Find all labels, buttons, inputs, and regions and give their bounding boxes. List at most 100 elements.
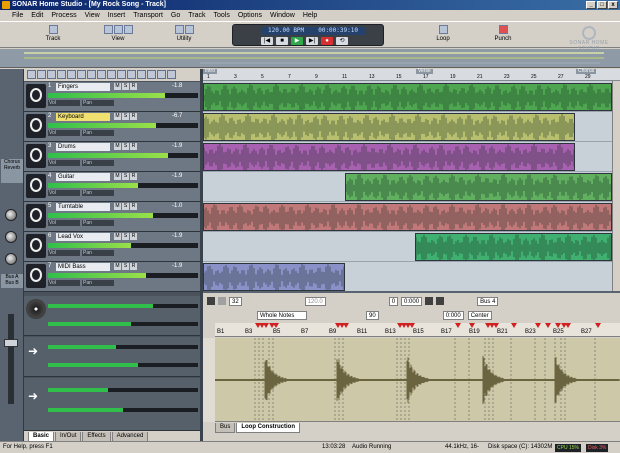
- play-button[interactable]: ▶: [291, 37, 303, 45]
- mute-button[interactable]: M: [114, 263, 121, 270]
- audio-clip[interactable]: [203, 143, 575, 171]
- track-name-field[interactable]: Guitar: [56, 173, 110, 181]
- audio-clip[interactable]: [203, 113, 575, 141]
- loop-enable-icon[interactable]: [207, 297, 215, 305]
- record-arm-button[interactable]: R: [130, 233, 137, 240]
- slice-marker-icon[interactable]: [565, 323, 571, 328]
- track-name-field[interactable]: Fingers: [56, 83, 110, 91]
- menu-tools[interactable]: Tools: [214, 10, 230, 21]
- view-track-icon[interactable]: [103, 25, 113, 34]
- track-name-field[interactable]: Drums: [56, 143, 110, 151]
- slice-unit-select[interactable]: Whole Notes: [257, 310, 307, 320]
- menu-transport[interactable]: Transport: [133, 10, 163, 21]
- mute-button[interactable]: M: [114, 83, 121, 90]
- pan-field[interactable]: Pan: [82, 100, 114, 106]
- slice-marker-icon[interactable]: [273, 323, 279, 328]
- slice-marker-icon[interactable]: [469, 323, 475, 328]
- view-piano-roll-icon[interactable]: [123, 25, 133, 34]
- track-strip[interactable]: 7 MIDI Bass M S R -1.9 Vol Pan: [24, 262, 200, 292]
- utility-tool-b-icon[interactable]: [184, 25, 194, 34]
- section-marker[interactable]: Verse: [416, 69, 433, 74]
- track-tool-icon[interactable]: [97, 70, 106, 79]
- menu-process[interactable]: Process: [51, 10, 76, 21]
- track-name-field[interactable]: Lead Vox: [56, 233, 110, 241]
- menu-file[interactable]: File: [12, 10, 23, 21]
- track-strip[interactable]: 5 Turntable M S R -1.0 Vol Pan: [24, 202, 200, 232]
- track-tool-icon[interactable]: [27, 70, 36, 79]
- record-button[interactable]: ●: [321, 37, 333, 45]
- track-tool-icon[interactable]: [87, 70, 96, 79]
- volume-field[interactable]: Vol: [48, 220, 80, 226]
- pan-field[interactable]: Pan: [82, 280, 114, 286]
- track-tool-icon[interactable]: [117, 70, 126, 79]
- slice-marker-icon[interactable]: [409, 323, 415, 328]
- stretch-icon[interactable]: [218, 297, 226, 305]
- record-arm-button[interactable]: R: [130, 263, 137, 270]
- menu-options[interactable]: Options: [238, 10, 262, 21]
- maximize-button[interactable]: □: [597, 1, 607, 9]
- solo-button[interactable]: S: [122, 143, 129, 150]
- track-tool-icon[interactable]: [137, 70, 146, 79]
- audio-clip[interactable]: [415, 233, 612, 261]
- secondary-offset-field[interactable]: 0:000: [442, 310, 464, 320]
- slice-marker-icon[interactable]: [343, 323, 349, 328]
- mute-button[interactable]: M: [114, 203, 121, 210]
- audio-clip[interactable]: [203, 203, 612, 231]
- track-tool-icon[interactable]: [77, 70, 86, 79]
- volume-field[interactable]: Vol: [48, 190, 80, 196]
- slice-marker-icon[interactable]: [545, 323, 551, 328]
- record-arm-button[interactable]: R: [130, 143, 137, 150]
- utility-tool-a-icon[interactable]: [174, 25, 184, 34]
- menu-view[interactable]: View: [85, 10, 100, 21]
- mute-button[interactable]: M: [114, 233, 121, 240]
- menu-window[interactable]: Window: [270, 10, 295, 21]
- slice-marker-icon[interactable]: [455, 323, 461, 328]
- bus-b-label[interactable]: Bus B: [1, 280, 23, 286]
- solo-button[interactable]: S: [122, 113, 129, 120]
- volume-field[interactable]: Vol: [48, 160, 80, 166]
- tab-bus[interactable]: Bus: [215, 423, 236, 433]
- fx-reverb-label[interactable]: Reverb: [1, 165, 23, 171]
- slice-marker-icon[interactable]: [511, 323, 517, 328]
- threshold-field[interactable]: 90: [366, 310, 379, 320]
- beats-field[interactable]: 32: [229, 296, 242, 306]
- track-tool-icon[interactable]: [37, 70, 46, 79]
- view-console-icon[interactable]: [113, 25, 123, 34]
- audio-clip[interactable]: [203, 263, 345, 291]
- slice-marker-icon[interactable]: [595, 323, 601, 328]
- tempo-field[interactable]: 120.0: [304, 296, 326, 306]
- offset-field[interactable]: 0:000: [401, 296, 423, 306]
- send-knob[interactable]: [5, 209, 17, 221]
- record-arm-button[interactable]: R: [130, 113, 137, 120]
- track-tool-icon[interactable]: [48, 25, 58, 34]
- center-select[interactable]: Center: [467, 310, 492, 320]
- minimize-button[interactable]: _: [586, 1, 596, 9]
- punch-icon[interactable]: [498, 25, 508, 34]
- track-tool-icon[interactable]: [57, 70, 66, 79]
- beat-ruler[interactable]: B1 B3 B5 B7 B9 B11 B13 B15 B17 B19 B21 B23 B25 B27: [215, 323, 620, 337]
- loop-waveform[interactable]: [214, 338, 620, 422]
- track-name-field[interactable]: MIDI Bass: [56, 263, 110, 271]
- track-strip[interactable]: 1 Fingers M S R -1.8 Vol Pan: [24, 82, 200, 112]
- solo-button[interactable]: S: [122, 203, 129, 210]
- volume-field[interactable]: Vol: [48, 250, 80, 256]
- master-fader-knob[interactable]: [4, 339, 18, 347]
- track-tool-icon[interactable]: [47, 70, 56, 79]
- stop-button[interactable]: ■: [276, 37, 288, 45]
- solo-button[interactable]: S: [122, 233, 129, 240]
- mute-button[interactable]: M: [114, 143, 121, 150]
- audio-clip[interactable]: [203, 83, 612, 111]
- menu-help[interactable]: Help: [303, 10, 317, 21]
- pan-field[interactable]: Pan: [82, 190, 114, 196]
- track-tool-icon[interactable]: [167, 70, 176, 79]
- track-tool-icon[interactable]: [67, 70, 76, 79]
- pan-knob[interactable]: [5, 253, 17, 265]
- solo-button[interactable]: S: [122, 263, 129, 270]
- track-strip[interactable]: 4 Guitar M S R -1.9 Vol Pan: [24, 172, 200, 202]
- volume-field[interactable]: Vol: [48, 100, 80, 106]
- time-ruler[interactable]: 1 3 5 7 9 11 13 15 17 19 21 23 25 27 29 Intro Verse Choru…: [203, 69, 620, 81]
- slice-marker-icon[interactable]: [535, 323, 541, 328]
- send-knob[interactable]: [5, 231, 17, 243]
- pan-field[interactable]: Pan: [82, 250, 114, 256]
- pan-field[interactable]: Pan: [82, 160, 114, 166]
